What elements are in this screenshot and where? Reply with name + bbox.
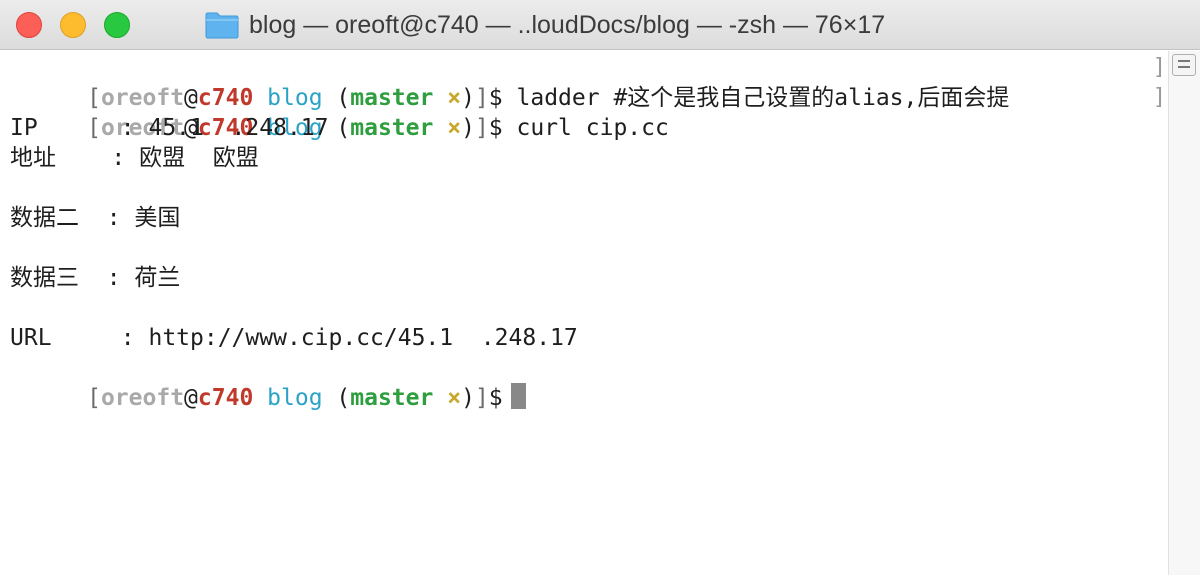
window-title: blog — oreoft@c740 — ..loudDocs/blog — -…: [205, 0, 885, 50]
terminal-window: blog — oreoft@c740 — ..loudDocs/blog — -…: [0, 0, 1200, 575]
prompt-paren-open: (: [336, 115, 351, 141]
close-button[interactable]: [16, 12, 42, 38]
prompt-symbol: $: [488, 115, 503, 141]
text-cursor: [510, 383, 526, 409]
prompt-dirty-mark: ×: [447, 385, 462, 411]
window-title-text: blog — oreoft@c740 — ..loudDocs/blog — -…: [249, 10, 886, 39]
command-text: curl cip.cc: [516, 115, 669, 141]
prompt-line: [oreoft@c740 blog (master ×)]$ curl cip.…: [4, 83, 669, 141]
title-bar[interactable]: blog — oreoft@c740 — ..loudDocs/blog — -…: [0, 0, 1200, 50]
active-prompt-line[interactable]: [oreoft@c740 blog (master ×)]$: [4, 353, 526, 411]
split-pane-button[interactable]: [1172, 54, 1196, 76]
prompt-paren-close: ): [461, 385, 475, 411]
line-mark: ]: [1152, 85, 1166, 110]
output-line-data-three: 数据三 : 荷兰: [10, 265, 181, 291]
zoom-button[interactable]: [104, 12, 130, 38]
prompt-close-bracket: ]: [474, 385, 489, 411]
prompt-user: oreoft: [100, 385, 185, 411]
output-line-ip: IP : 45.1 .248.17: [10, 115, 329, 141]
prompt-dir: blog: [267, 385, 323, 411]
scrollbar[interactable]: [1168, 51, 1200, 575]
output-line-address: 地址 : 欧盟 欧盟: [10, 145, 259, 171]
prompt-close-bracket: ]: [474, 115, 489, 141]
prompt-open-bracket: [: [87, 385, 101, 411]
prompt-dirty-mark: ×: [447, 115, 462, 141]
prompt-paren-open: (: [336, 385, 351, 411]
prompt-branch: master: [350, 115, 434, 141]
prompt-host: c740: [197, 385, 254, 411]
terminal-content[interactable]: [oreoft@c740 blog (master ×)]$ ladder #这…: [0, 51, 1168, 575]
folder-icon: [205, 12, 239, 39]
line-mark: ]: [1152, 55, 1166, 80]
prompt-at: @: [184, 385, 198, 411]
output-line-data-two: 数据二 : 美国: [10, 205, 181, 231]
prompt-line: [oreoft@c740 blog (master ×)]$ ladder #这…: [4, 53, 1009, 111]
prompt-paren-close: ): [461, 115, 475, 141]
minimize-button[interactable]: [60, 12, 86, 38]
prompt-symbol: $: [488, 385, 503, 411]
prompt-branch: master: [350, 385, 434, 411]
output-line-url: URL : http://www.cip.cc/45.1 .248.17: [10, 325, 578, 351]
